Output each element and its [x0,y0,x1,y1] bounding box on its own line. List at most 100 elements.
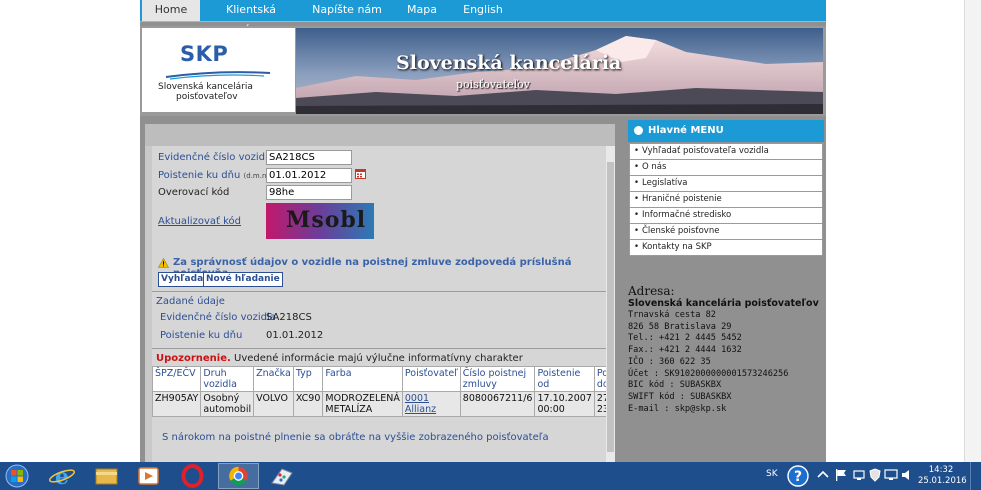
volume-icon[interactable] [900,468,914,482]
menu-item-member-insurers[interactable]: • Členské poisťovne [629,224,823,240]
top-navigation: Home Klientská zóna Napíšte nám Mapa Eng… [140,0,826,36]
menu-bullet: • [634,162,640,172]
menu-item-about[interactable]: • O nás [629,160,823,176]
input-language[interactable]: SK [766,469,778,479]
scrollbar-thumb[interactable] [607,162,614,452]
file-explorer-icon[interactable] [86,463,127,489]
nav-map[interactable]: Mapa [402,0,442,21]
menu-bullet-icon [634,126,643,135]
entered-data-heading: Zadané údaje [156,296,225,307]
main-menu-title: Hlavné MENU [648,125,724,136]
browser-scrollbar[interactable] [964,0,981,462]
display-icon[interactable] [884,468,898,482]
page: Home Klientská zóna Napíšte nám Mapa Eng… [140,0,826,462]
entered-vehicle-value: SA218CS [266,312,312,323]
internet-explorer-icon[interactable]: e [42,463,83,489]
menu-bullet: • [634,242,640,252]
menu-bullet: • [634,210,640,220]
menu-item-border-insurance[interactable]: • Hraničné poistenie [629,192,823,208]
cell-poistovatel-link[interactable]: 0001 Allianz [401,391,461,417]
address-tel: Tel.: +421 2 4445 5452 [628,333,742,344]
col-druh: Druh vozidla [200,366,255,392]
skp-logo[interactable]: SKP Slovenská kancelária poisťovateľov [142,28,295,112]
paint-app-icon[interactable] [262,463,303,489]
notice-label: Upozornenie. [156,353,231,364]
cell-druh: Osobný automobil [200,391,255,417]
menu-item-label: Vyhľadať poisťovateľa vozidla [642,146,769,156]
nav-home[interactable]: Home [142,0,200,21]
address-street: Trnavská cesta 82 [628,310,716,320]
col-typ: Typ [292,366,324,392]
media-player-icon[interactable] [128,463,169,489]
nav-write-us[interactable]: Napíšte nám [310,0,384,21]
warning-icon [158,258,169,268]
security-shield-icon[interactable] [868,468,882,482]
help-icon[interactable]: ? [786,464,810,488]
banner-title: Slovenská kancelária [396,52,622,74]
entered-date-label: Poistenie ku dňu [160,330,243,341]
clock-time: 14:32 [928,465,954,475]
calendar-icon[interactable] [355,168,366,179]
menu-item-label: Legislatíva [642,178,688,188]
vehicle-number-label: Evidenčné číslo vozidla [158,152,274,163]
table-header-row: ŠPZ/EČV Druh vozidla Značka Typ Farba Po… [152,366,606,392]
clock-date: 25.01.2016 [918,476,967,486]
menu-bullet: • [634,146,640,156]
action-center-flag-icon[interactable] [834,468,848,482]
main-menu-list: • Vyhľadať poisťovateľa vozidla • O nás • L… [629,143,823,256]
main-panel-header [145,124,615,146]
menu-item-legislation[interactable]: • Legislatíva [629,176,823,192]
col-poistovatel: Poisťovateľ [401,366,461,392]
svg-text:?: ? [794,469,802,485]
windows-start-icon[interactable] [0,463,34,489]
address-email: E-mail : skp@skp.sk [628,403,727,414]
captcha-text: Msobl [286,207,367,233]
divider [152,348,606,349]
verification-code-label: Overovací kód [158,187,230,198]
menu-item-label: Hraničné poistenie [642,194,722,204]
col-znacka: Značka [253,366,294,392]
entered-date-value: 01.01.2012 [266,330,324,341]
divider [152,291,606,292]
menu-bullet: • [634,194,640,204]
content-scrollbar[interactable] [606,146,615,462]
refresh-code-link[interactable]: Aktualizovať kód [158,216,241,227]
col-farba: Farba [322,366,403,392]
menu-item-label: Členské poisťovne [642,226,720,236]
address-fax: Fax.: +421 2 4444 1632 [628,345,742,356]
menu-item-contacts[interactable]: • Kontakty na SKP [629,240,823,256]
menu-bullet: • [634,226,640,236]
main-content-panel: Evidenčné číslo vozidla SA218CS Poisteni… [145,124,615,462]
cell-spz: ZH905AY [152,391,202,417]
address-name: Slovenská kancelária poisťovateľov [628,298,819,309]
menu-item-label: O nás [642,162,667,172]
insurance-date-input[interactable]: 01.01.2012 [266,168,352,183]
search-form-area: Evidenčné číslo vozidla SA218CS Poisteni… [152,146,606,462]
menu-item-find-insurer[interactable]: • Vyhľadať poisťovateľa vozidla [629,143,823,160]
vehicle-number-input[interactable]: SA218CS [266,150,352,165]
address-ico: IČO : 360 622 35 [628,356,711,367]
windows-taskbar: e SK ? 14:32 25.01.2016 [0,462,981,490]
opera-browser-icon[interactable] [172,463,213,489]
show-desktop-button[interactable] [970,462,981,490]
table-row: ZH905AY Osobný automobil VOLVO XC90 MODR… [152,391,606,417]
insurance-date-label: Poistenie ku dňu (d.m.rrrr) [158,170,276,181]
col-poistenie-od: Poistenie od [534,366,595,392]
address-bic: BIC kód : SUBASKBX [628,380,722,391]
address-city: 826 58 Bratislava 29 [628,321,732,332]
menu-item-info-center[interactable]: • Informačné stredisko [629,208,823,224]
cell-cislo: 8080067211/6 [459,391,536,417]
header-banner: SKP Slovenská kancelária poisťovateľov S… [140,26,826,116]
verification-code-input[interactable]: 98he [266,185,352,200]
col-cislo-zmluvy: Číslo poistnej zmluvy [459,366,536,392]
nav-client-zone[interactable]: Klientská zóna [212,0,290,36]
notice: Upozornenie. Uvedené informácie majú výl… [156,353,523,364]
network-icon[interactable] [852,468,866,482]
chevron-up-icon[interactable] [816,468,830,482]
address-block: Adresa: Slovenská kancelária poisťovateľ… [628,284,824,415]
address-account: Účet : SK9102000000001573246256 [628,368,789,379]
nav-english[interactable]: English [460,0,506,21]
chrome-browser-icon[interactable] [218,463,259,489]
system-clock[interactable]: 14:32 25.01.2016 [918,465,967,487]
new-search-button[interactable]: Nové hľadanie [203,272,283,287]
